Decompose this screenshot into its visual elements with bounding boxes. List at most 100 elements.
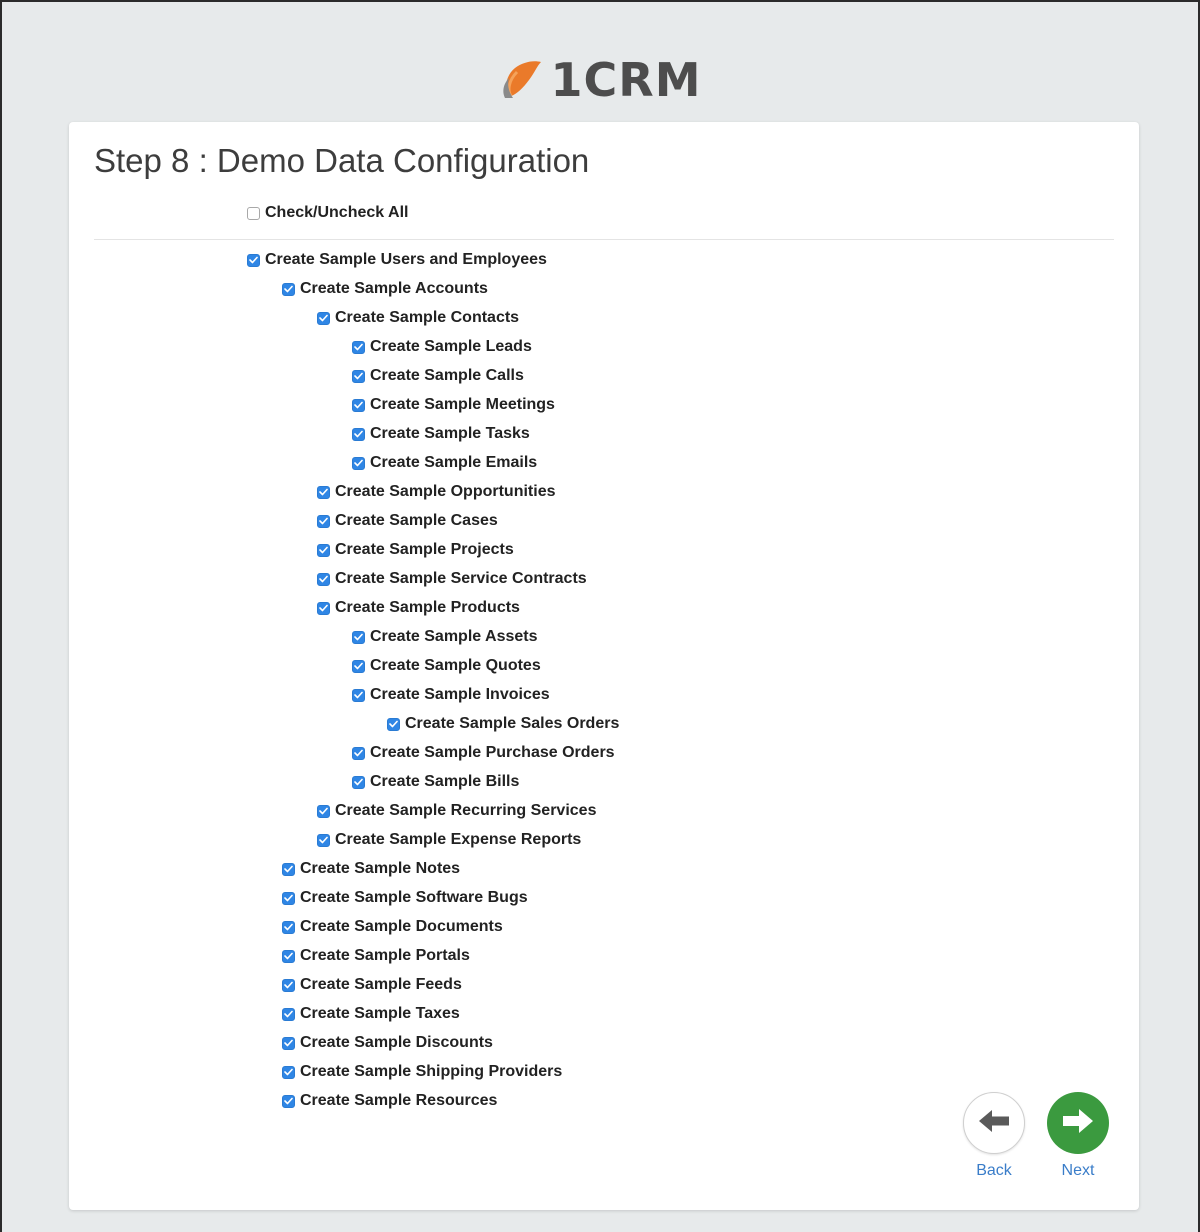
option-checkbox[interactable] — [352, 398, 365, 412]
back-link[interactable]: Back — [963, 1162, 1025, 1180]
option-checkbox[interactable] — [317, 833, 330, 847]
logo-wordmark: 1CRM — [550, 53, 702, 107]
option-row[interactable]: Create Sample Projects — [317, 541, 514, 559]
option-row[interactable]: Create Sample Quotes — [352, 657, 541, 675]
option-label: Create Sample Service Contracts — [335, 570, 587, 587]
option-row[interactable]: Create Sample Invoices — [352, 686, 550, 704]
option-row[interactable]: Create Sample Products — [317, 599, 520, 617]
option-row[interactable]: Create Sample Documents — [282, 918, 503, 936]
option-label: Create Sample Leads — [370, 338, 532, 355]
option-label: Create Sample Accounts — [300, 280, 488, 297]
option-row[interactable]: Create Sample Opportunities — [317, 483, 556, 501]
option-label: Create Sample Products — [335, 599, 520, 616]
check-all-checkbox[interactable] — [247, 206, 260, 220]
option-label: Create Sample Shipping Providers — [300, 1063, 563, 1080]
option-checkbox[interactable] — [317, 804, 330, 818]
option-row[interactable]: Create Sample Meetings — [352, 396, 555, 414]
option-checkbox[interactable] — [282, 949, 295, 963]
option-label: Create Sample Users and Employees — [265, 251, 547, 268]
option-label: Create Sample Portals — [300, 947, 470, 964]
option-checkbox[interactable] — [352, 427, 365, 441]
option-checkbox[interactable] — [387, 717, 400, 731]
arrow-left-icon — [977, 1108, 1011, 1139]
option-checkbox[interactable] — [352, 456, 365, 470]
option-row[interactable]: Create Sample Accounts — [282, 280, 488, 298]
option-row[interactable]: Create Sample Emails — [352, 454, 537, 472]
option-row[interactable]: Create Sample Expense Reports — [317, 831, 581, 849]
option-row[interactable]: Create Sample Recurring Services — [317, 802, 596, 820]
option-checkbox[interactable] — [352, 746, 365, 760]
option-row[interactable]: Create Sample Notes — [282, 860, 460, 878]
option-label: Create Sample Feeds — [300, 976, 462, 993]
option-label: Create Sample Recurring Services — [335, 802, 597, 819]
option-row[interactable]: Create Sample Users and Employees — [247, 251, 547, 269]
option-row[interactable]: Create Sample Contacts — [317, 309, 519, 327]
option-row[interactable]: Create Sample Tasks — [352, 425, 530, 443]
option-row[interactable]: Create Sample Software Bugs — [282, 889, 528, 907]
option-row[interactable]: Create Sample Feeds — [282, 976, 462, 994]
option-checkbox[interactable] — [352, 659, 365, 673]
option-checkbox[interactable] — [247, 253, 260, 267]
option-checkbox[interactable] — [317, 572, 330, 586]
option-checkbox[interactable] — [282, 891, 295, 905]
option-label: Create Sample Expense Reports — [335, 831, 582, 848]
option-checkbox[interactable] — [282, 1007, 295, 1021]
option-label: Create Sample Software Bugs — [300, 889, 528, 906]
option-checkbox[interactable] — [317, 514, 330, 528]
option-row[interactable]: Create Sample Assets — [352, 628, 538, 646]
option-checkbox[interactable] — [282, 1036, 295, 1050]
option-checkbox[interactable] — [352, 340, 365, 354]
option-checkbox[interactable] — [352, 369, 365, 383]
option-row[interactable]: Create Sample Taxes — [282, 1005, 460, 1023]
option-row[interactable]: Create Sample Purchase Orders — [352, 744, 615, 762]
arrow-right-icon — [1061, 1107, 1095, 1140]
option-label: Create Sample Projects — [335, 541, 514, 558]
option-label: Create Sample Assets — [370, 628, 538, 645]
option-checkbox[interactable] — [352, 775, 365, 789]
option-row[interactable]: Create Sample Service Contracts — [317, 570, 587, 588]
option-checkbox[interactable] — [317, 543, 330, 557]
next-link[interactable]: Next — [1047, 1162, 1109, 1180]
logo-mark-icon — [499, 56, 545, 105]
option-row[interactable]: Create Sample Resources — [282, 1092, 497, 1110]
option-checkbox[interactable] — [282, 978, 295, 992]
option-label: Create Sample Cases — [335, 512, 498, 529]
option-label: Create Sample Purchase Orders — [370, 744, 615, 761]
next-button[interactable] — [1047, 1092, 1109, 1154]
page-title: Step 8 : Demo Data Configuration — [94, 142, 590, 179]
option-row[interactable]: Create Sample Discounts — [282, 1034, 493, 1052]
option-row[interactable]: Create Sample Cases — [317, 512, 498, 530]
option-label: Create Sample Taxes — [300, 1005, 460, 1022]
option-checkbox[interactable] — [282, 862, 295, 876]
option-checkbox[interactable] — [282, 282, 295, 296]
option-checkbox[interactable] — [317, 601, 330, 615]
option-label: Create Sample Quotes — [370, 657, 541, 674]
option-row[interactable]: Create Sample Leads — [352, 338, 532, 356]
option-label: Create Sample Resources — [300, 1092, 498, 1109]
option-row[interactable]: Create Sample Bills — [352, 773, 519, 791]
option-checkbox[interactable] — [282, 920, 295, 934]
option-checkbox[interactable] — [317, 485, 330, 499]
option-row[interactable]: Create Sample Sales Orders — [387, 715, 619, 733]
option-row[interactable]: Create Sample Portals — [282, 947, 470, 965]
option-label: Create Sample Contacts — [335, 309, 520, 326]
option-label: Create Sample Calls — [370, 367, 524, 384]
option-label: Create Sample Emails — [370, 454, 538, 471]
option-label: Create Sample Notes — [300, 860, 461, 877]
option-checkbox[interactable] — [317, 311, 330, 325]
wizard-card: Step 8 : Demo Data Configuration Check/U… — [69, 122, 1139, 1210]
option-checkbox[interactable] — [282, 1065, 295, 1079]
option-checkbox[interactable] — [282, 1094, 295, 1108]
option-label: Create Sample Bills — [370, 773, 520, 790]
option-label: Create Sample Opportunities — [335, 483, 556, 500]
back-button[interactable] — [963, 1092, 1025, 1154]
option-label: Create Sample Tasks — [370, 425, 530, 442]
option-checkbox[interactable] — [352, 630, 365, 644]
check-all-label: Check/Uncheck All — [265, 204, 409, 221]
option-checkbox[interactable] — [352, 688, 365, 702]
brand-logo: 1CRM — [0, 50, 1200, 110]
check-uncheck-all[interactable]: Check/Uncheck All — [247, 204, 408, 222]
option-row[interactable]: Create Sample Shipping Providers — [282, 1063, 562, 1081]
option-label: Create Sample Meetings — [370, 396, 555, 413]
option-row[interactable]: Create Sample Calls — [352, 367, 524, 385]
